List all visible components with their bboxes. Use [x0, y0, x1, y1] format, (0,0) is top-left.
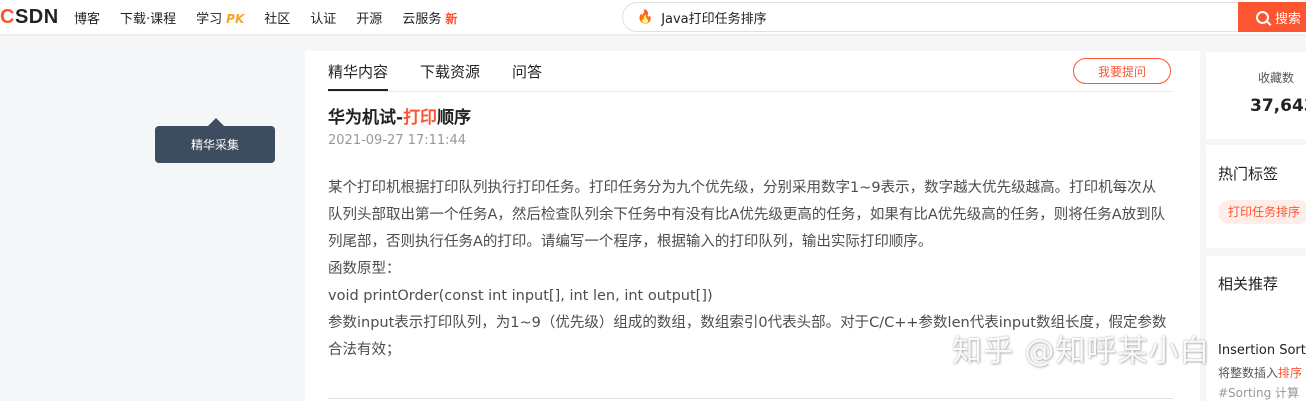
related-title: 相关推荐 — [1218, 275, 1279, 293]
hot-tags-card: 热门标签 打印任务排序 — [1206, 145, 1306, 248]
pk-badge: PK — [226, 11, 245, 26]
top-navigation-bar: CSDN 博客 下载·课程 学习PK 社区 认证 开源 云服务新 🔥 搜索 — [0, 0, 1306, 34]
search-icon — [1256, 10, 1269, 24]
csdn-logo[interactable]: CSDN — [0, 6, 59, 29]
hot-tag[interactable]: 打印任务排序 — [1218, 200, 1306, 224]
ask-question-button[interactable]: 我要提问 — [1073, 58, 1171, 84]
tab-featured-content[interactable]: 精华内容 — [328, 51, 389, 91]
content-bottom-divider — [328, 398, 1173, 399]
search-button[interactable]: 搜索 — [1238, 2, 1306, 32]
new-badge: 新 — [445, 11, 458, 26]
nav-item-learn[interactable]: 学习 PK — [196, 8, 244, 27]
article-paragraph: void printOrder(const int input[], int l… — [328, 288, 713, 304]
main-nav: 博客 下载·课程 学习 PK 社区 认证 开源 云服务新 — [74, 0, 477, 34]
hot-tags-title: 热门标签 — [1218, 165, 1279, 183]
collection-tooltip: 精华采集 — [155, 118, 275, 163]
nav-item-blog[interactable]: 博客 — [74, 8, 100, 27]
favorites-card: 收藏数 37,643 — [1206, 52, 1306, 139]
search-box: 🔥 — [622, 2, 1238, 32]
article-paragraph: 某个打印机根据打印队列执行打印任务。打印任务分为九个优先级，分别采用数字1~9表… — [328, 180, 1166, 250]
nav-item-cloud-service[interactable]: 云服务新 — [402, 8, 457, 27]
related-item-desc: 将整数插入排序 — [1218, 366, 1303, 380]
nav-item-open-source[interactable]: 开源 — [356, 8, 382, 27]
tab-download-resources[interactable]: 下载资源 — [420, 51, 480, 91]
search-input[interactable] — [659, 8, 1224, 26]
related-item-title[interactable]: Insertion Sort — [1218, 343, 1306, 358]
favorites-count: 37,643 — [1250, 96, 1306, 116]
content-tabs: 精华内容 下载资源 问答 — [328, 51, 574, 91]
flame-icon: 🔥 — [637, 9, 654, 25]
article-title[interactable]: 华为机试-打印顺序 — [328, 103, 471, 128]
article-date: 2021-09-27 17:11:44 — [328, 133, 467, 148]
nav-item-download-course[interactable]: 下载·课程 — [120, 8, 176, 27]
related-item-tag[interactable]: #Sorting 计算 — [1218, 384, 1299, 401]
nav-item-certification[interactable]: 认证 — [310, 8, 336, 27]
tabs-divider — [328, 91, 1173, 92]
zhihu-watermark: 知乎 @知呼某小白 — [952, 334, 1211, 369]
tab-qa[interactable]: 问答 — [512, 51, 542, 91]
favorites-label: 收藏数 — [1258, 71, 1295, 85]
related-card: 相关推荐 Insertion Sort 将整数插入排序 #Sorting 计算 — [1206, 256, 1306, 401]
article-paragraph: 函数原型： — [328, 261, 401, 277]
nav-item-community[interactable]: 社区 — [264, 8, 290, 27]
